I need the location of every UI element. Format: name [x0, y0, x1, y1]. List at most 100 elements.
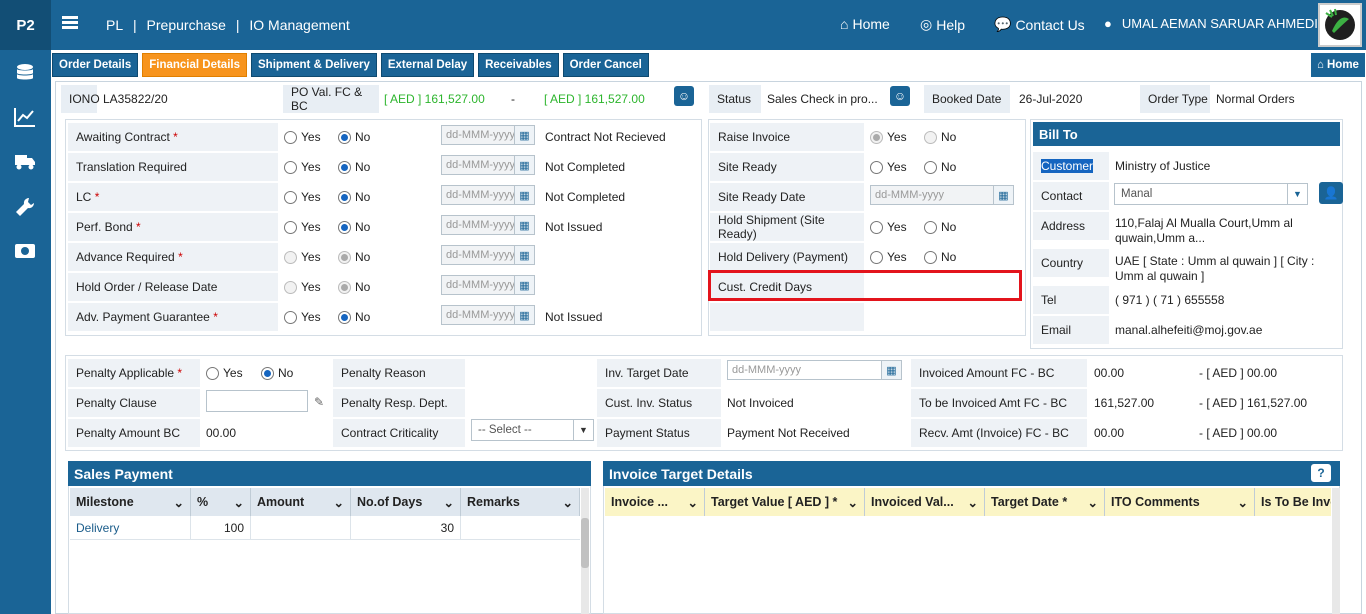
contact-person-icon[interactable]: 👤	[1319, 182, 1343, 204]
date-input[interactable]: dd-MMM-yyyy ▦	[441, 215, 535, 235]
radio-no[interactable]: No	[924, 217, 956, 237]
col-target-date[interactable]: Target Date * ⌄	[985, 488, 1105, 516]
calendar-icon[interactable]: ▦	[993, 186, 1013, 204]
date-input[interactable]: dd-MMM-yyyy ▦	[441, 155, 535, 175]
nav-user[interactable]: ● UMAL AEMAN SARUAR AHMEDI	[1104, 16, 1318, 31]
col-is-to-be-invoiced[interactable]: Is To Be Invo	[1255, 488, 1331, 516]
date-input[interactable]: dd-MMM-yyyy ▦	[441, 185, 535, 205]
radio-yes[interactable]: Yes	[284, 247, 321, 267]
tab-financial-details[interactable]: Financial Details	[142, 53, 247, 77]
date-input[interactable]: dd-MMM-yyyy ▦	[441, 125, 535, 145]
radio-no[interactable]: No	[338, 247, 370, 267]
radio-circle	[284, 250, 297, 264]
table-row[interactable]: Delivery 100 30	[70, 516, 580, 540]
menu-icon[interactable]	[62, 14, 78, 34]
calendar-icon[interactable]: ▦	[881, 361, 901, 379]
radio-yes[interactable]: Yes	[284, 157, 321, 177]
database-icon[interactable]	[13, 61, 37, 85]
invoice-target-scrollbar[interactable]	[1332, 488, 1340, 614]
nav-home[interactable]: ⌂ Home	[840, 16, 890, 32]
breadcrumb-pl[interactable]: PL	[106, 17, 123, 33]
tab-external-delay[interactable]: External Delay	[380, 53, 475, 77]
calendar-icon[interactable]: ▦	[514, 306, 534, 324]
status-info-icon[interactable]: ☺	[890, 86, 910, 106]
col-invoice[interactable]: Invoice ... ⌄	[605, 488, 705, 516]
tab-order-cancel[interactable]: Order Cancel	[562, 53, 649, 77]
radio-yes[interactable]: Yes	[284, 127, 321, 147]
po-info-icon[interactable]: ☺	[674, 86, 694, 106]
criticality-select-value: -- Select --	[478, 424, 532, 436]
date-input[interactable]: dd-MMM-yyyy ▦	[441, 305, 535, 325]
col-amount[interactable]: Amount ⌄	[251, 488, 351, 516]
tab-receivables[interactable]: Receivables	[478, 53, 559, 77]
radio-no[interactable]: No	[924, 127, 956, 147]
invoice-flag-label: Hold Shipment (Site Ready)	[710, 213, 864, 241]
inv-target-date-label: Inv. Target Date	[597, 359, 721, 387]
row-label-text: Awaiting Contract	[76, 130, 170, 144]
breadcrumb-prepurchase[interactable]: Prepurchase	[147, 17, 226, 33]
col-milestone[interactable]: Milestone ⌄	[70, 488, 191, 516]
date-input[interactable]: dd-MMM-yyyy ▦	[441, 275, 535, 295]
tab-shipment-delivery[interactable]: Shipment & Delivery	[251, 53, 377, 77]
col-remarks[interactable]: Remarks ⌄	[461, 488, 580, 516]
calendar-icon[interactable]: ▦	[514, 276, 534, 294]
col-target-value[interactable]: Target Value [ AED ] * ⌄	[705, 488, 865, 516]
penalty-clause-input[interactable]	[206, 390, 308, 412]
nav-help[interactable]: ◎ Help	[920, 16, 965, 33]
radio-yes[interactable]: Yes	[284, 187, 321, 207]
radio-yes[interactable]: Yes	[870, 157, 907, 177]
money-icon[interactable]	[13, 239, 37, 263]
contract-criticality-select[interactable]: -- Select -- ▼	[471, 419, 594, 441]
calendar-icon[interactable]: ▦	[514, 126, 534, 144]
invoice-flag-label: Raise Invoice	[710, 123, 864, 151]
tab-order-details[interactable]: Order Details	[52, 53, 139, 77]
radio-yes[interactable]: Yes	[284, 217, 321, 237]
wrench-icon[interactable]	[13, 195, 37, 219]
radio-circle	[338, 190, 351, 204]
radio-no[interactable]: No	[338, 217, 370, 237]
penalty-no-radio[interactable]: No	[261, 363, 293, 383]
radio-circle	[284, 190, 297, 204]
calendar-icon[interactable]: ▦	[514, 156, 534, 174]
contact-select[interactable]: Manal ▼	[1114, 183, 1308, 205]
help-icon[interactable]: ?	[1311, 464, 1331, 482]
col-label: ITO Comments	[1111, 495, 1200, 509]
site-ready-date-input[interactable]: dd-MMM-yyyy ▦	[870, 185, 1014, 205]
radio-yes[interactable]: Yes	[870, 217, 907, 237]
radio-no[interactable]: No	[338, 127, 370, 147]
radio-no[interactable]: No	[338, 157, 370, 177]
radio-yes[interactable]: Yes	[284, 277, 321, 297]
inv-target-date-input[interactable]: dd-MMM-yyyy ▦	[727, 360, 902, 380]
calendar-icon[interactable]: ▦	[514, 216, 534, 234]
col-ito-comments[interactable]: ITO Comments ⌄	[1105, 488, 1255, 516]
nav-contact[interactable]: 💬 Contact Us	[994, 16, 1085, 33]
col-label: Target Value [ AED ] *	[711, 495, 838, 509]
radio-yes[interactable]: Yes	[284, 307, 321, 327]
home-button[interactable]: ⌂ Home	[1311, 53, 1365, 77]
calendar-icon[interactable]: ▦	[514, 246, 534, 264]
truck-icon[interactable]	[13, 150, 37, 174]
col-invoiced-value[interactable]: Invoiced Val... ⌄	[865, 488, 985, 516]
chevron-down-icon[interactable]: ▼	[573, 420, 593, 440]
col-percent[interactable]: % ⌄	[191, 488, 251, 516]
app-badge[interactable]: P2	[0, 0, 51, 50]
radio-no[interactable]: No	[338, 277, 370, 297]
radio-no[interactable]: No	[924, 247, 956, 267]
calendar-icon[interactable]: ▦	[514, 186, 534, 204]
radio-no[interactable]: No	[338, 187, 370, 207]
breadcrumb-sep: |	[235, 17, 240, 33]
date-input[interactable]: dd-MMM-yyyy ▦	[441, 245, 535, 265]
radio-yes[interactable]: Yes	[870, 127, 907, 147]
breadcrumb-io-management[interactable]: IO Management	[249, 17, 349, 33]
chart-icon[interactable]	[13, 105, 37, 129]
po-value-bc: [ AED ] 161,527.00	[544, 92, 645, 106]
penalty-yes-radio[interactable]: Yes	[206, 363, 243, 383]
chevron-down-icon[interactable]: ▼	[1287, 184, 1307, 204]
radio-yes[interactable]: Yes	[870, 247, 907, 267]
sales-payment-scrollbar[interactable]	[581, 488, 589, 614]
col-days[interactable]: No.of Days ⌄	[351, 488, 461, 516]
customer-value: Ministry of Justice	[1115, 159, 1211, 173]
radio-no[interactable]: No	[924, 157, 956, 177]
radio-no[interactable]: No	[338, 307, 370, 327]
pencil-icon[interactable]: ✎	[310, 388, 328, 416]
